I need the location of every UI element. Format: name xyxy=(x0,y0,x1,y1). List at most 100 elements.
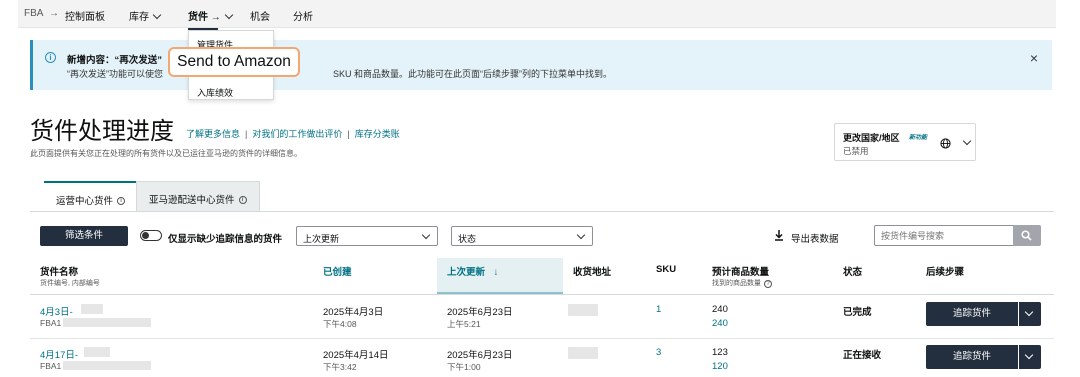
column-header-name: 货件名称 xyxy=(40,267,79,278)
shipment-name-link[interactable]: 4月17日- xyxy=(40,347,78,361)
missing-tracking-toggle[interactable] xyxy=(140,230,162,241)
tab-divider xyxy=(30,211,1054,212)
info-icon: i xyxy=(117,197,126,206)
expected-quantity: 240 xyxy=(712,304,728,315)
inventory-ledger-link[interactable]: 库存分类账 xyxy=(355,129,400,139)
next-steps-dropdown-button[interactable] xyxy=(1019,345,1041,369)
close-icon[interactable]: × xyxy=(1030,50,1038,66)
next-steps-dropdown-button[interactable] xyxy=(1019,302,1041,326)
updated-time: 下午1:00 xyxy=(447,362,481,372)
shipment-status: 已完成 xyxy=(843,307,872,318)
redacted-text xyxy=(63,318,151,327)
nav-inventory-label: 库存 xyxy=(129,12,149,23)
shipment-id: FBA1 xyxy=(40,318,62,328)
column-subheader-quantity-label: 找到的商品数量 xyxy=(712,280,761,287)
shipment-status: 正在接收 xyxy=(843,350,882,361)
created-time: 下午4:08 xyxy=(323,319,357,329)
created-date: 2025年4月14日 xyxy=(323,350,389,361)
download-icon[interactable] xyxy=(774,230,784,241)
sku-count-link[interactable]: 3 xyxy=(656,347,661,358)
column-header-address: 收货地址 xyxy=(573,267,612,278)
missing-tracking-label: 仅显示缺少追踪信息的货件 xyxy=(168,234,283,245)
tab-label: 亚马逊配送中心货件 xyxy=(149,195,235,206)
learn-more-link[interactable]: 了解更多信息 xyxy=(186,129,240,139)
nav-separator: → xyxy=(49,8,59,19)
nav-shipments[interactable]: 货件 → xyxy=(188,8,234,30)
banner-text-continued: SKU 和商品数量。此功能可在此页面“后续步骤”列的下拉菜单中找到。 xyxy=(333,69,613,79)
expected-quantity: 123 xyxy=(712,347,728,358)
sort-select[interactable]: 上次更新 xyxy=(296,226,438,246)
chevron-down-icon xyxy=(421,230,431,240)
chevron-down-icon xyxy=(962,136,972,146)
header-divider xyxy=(30,294,1054,295)
status-select-value: 状态 xyxy=(458,234,477,244)
found-quantity: 120 xyxy=(712,361,728,372)
search-button[interactable] xyxy=(1013,225,1041,246)
column-header-quantity: 预计商品数量 xyxy=(712,267,770,278)
banner-title: 新增内容：“再次发送” xyxy=(67,55,163,66)
column-header-sku: SKU xyxy=(656,264,677,275)
nav-analytics[interactable]: 分析 xyxy=(293,8,313,23)
status-select[interactable]: 状态 xyxy=(451,226,593,246)
redacted-text xyxy=(84,347,110,357)
tab-amazon-fc-shipments[interactable]: 亚马逊配送中心货件 i xyxy=(136,181,260,211)
feedback-link[interactable]: 对我们的工作做出评价 xyxy=(252,129,342,139)
updated-date: 2025年6月23日 xyxy=(447,307,513,318)
column-header-updated[interactable]: 上次更新 ↓ xyxy=(447,264,498,278)
column-header-updated-label: 上次更新 xyxy=(447,267,486,278)
column-subheader-quantity: 找到的商品数量? xyxy=(712,278,772,288)
redacted-address xyxy=(568,347,598,359)
link-separator: | xyxy=(347,129,350,139)
search-icon xyxy=(1021,230,1032,241)
export-table-data-link[interactable]: 导出表数据 xyxy=(791,231,839,245)
page-title: 货件处理进度 xyxy=(30,118,174,145)
country-label: 更改国家/地区 xyxy=(843,133,900,143)
row-divider xyxy=(30,338,1054,339)
nav-fba[interactable]: FBA xyxy=(24,8,43,19)
arrow-icon: → xyxy=(210,12,221,23)
info-icon: i xyxy=(45,52,56,63)
column-header-next-steps: 后续步骤 xyxy=(926,267,965,278)
country-selector[interactable]: 更改国家/地区 新功能 已禁用 xyxy=(834,123,976,161)
nav-shipments-label: 货件 xyxy=(188,12,208,23)
shipment-search-input[interactable] xyxy=(874,225,1014,246)
sort-arrow-icon: ↓ xyxy=(493,267,499,278)
menu-item-inbound-performance[interactable]: 入库绩效 xyxy=(197,86,233,99)
info-icon: i xyxy=(238,196,247,205)
chevron-down-icon xyxy=(152,10,162,20)
track-shipment-button[interactable]: 追踪货件 xyxy=(926,302,1018,326)
nav-opportunities[interactable]: 机会 xyxy=(250,8,270,23)
help-icon[interactable]: ? xyxy=(764,280,772,288)
found-quantity: 240 xyxy=(712,318,728,329)
sku-count-link[interactable]: 1 xyxy=(656,304,661,315)
shipment-name-link[interactable]: 4月3日- xyxy=(40,304,73,318)
country-status: 已禁用 xyxy=(843,146,869,156)
nav-dashboard[interactable]: 控制面板 xyxy=(65,8,105,23)
tab-fulfillment-center-shipments[interactable]: 运营中心货件 i xyxy=(44,181,136,211)
title-links: 了解更多信息 | 对我们的工作做出评价 | 库存分类账 xyxy=(186,127,400,140)
created-date: 2025年4月3日 xyxy=(323,307,384,318)
banner-text: “再次发送”功能可以使您 xyxy=(67,69,163,79)
created-time: 下午3:42 xyxy=(323,362,357,372)
chevron-down-icon xyxy=(1024,307,1034,317)
tab-label: 运营中心货件 xyxy=(56,196,114,207)
filter-button[interactable]: 筛选条件 xyxy=(40,226,128,246)
updated-time: 上午5:21 xyxy=(447,319,481,329)
nav-inventory[interactable]: 库存 xyxy=(129,8,162,23)
page-description: 此页面提供有关您正在处理的所有货件以及已运往亚马逊的货件的详细信息。 xyxy=(30,149,302,158)
updated-date: 2025年6月23日 xyxy=(447,350,513,361)
chevron-down-icon xyxy=(576,230,586,240)
column-subheader-name: 货件编号, 内部编号 xyxy=(40,280,100,287)
top-navigation: FBA → 控制面板 库存 货件 → 机会 分析 xyxy=(18,0,1056,30)
chevron-down-icon xyxy=(224,10,234,20)
column-header-created[interactable]: 已创建 xyxy=(323,264,352,278)
sort-select-value: 上次更新 xyxy=(303,234,340,244)
redacted-text xyxy=(63,361,151,370)
menu-item-send-to-amazon[interactable]: Send to Amazon xyxy=(168,47,300,77)
column-header-status: 状态 xyxy=(843,267,863,278)
new-feature-badge: 新功能 xyxy=(909,135,928,141)
redacted-address xyxy=(568,304,598,316)
globe-icon xyxy=(940,138,951,149)
link-separator: | xyxy=(245,129,248,139)
track-shipment-button[interactable]: 追踪货件 xyxy=(926,345,1018,369)
